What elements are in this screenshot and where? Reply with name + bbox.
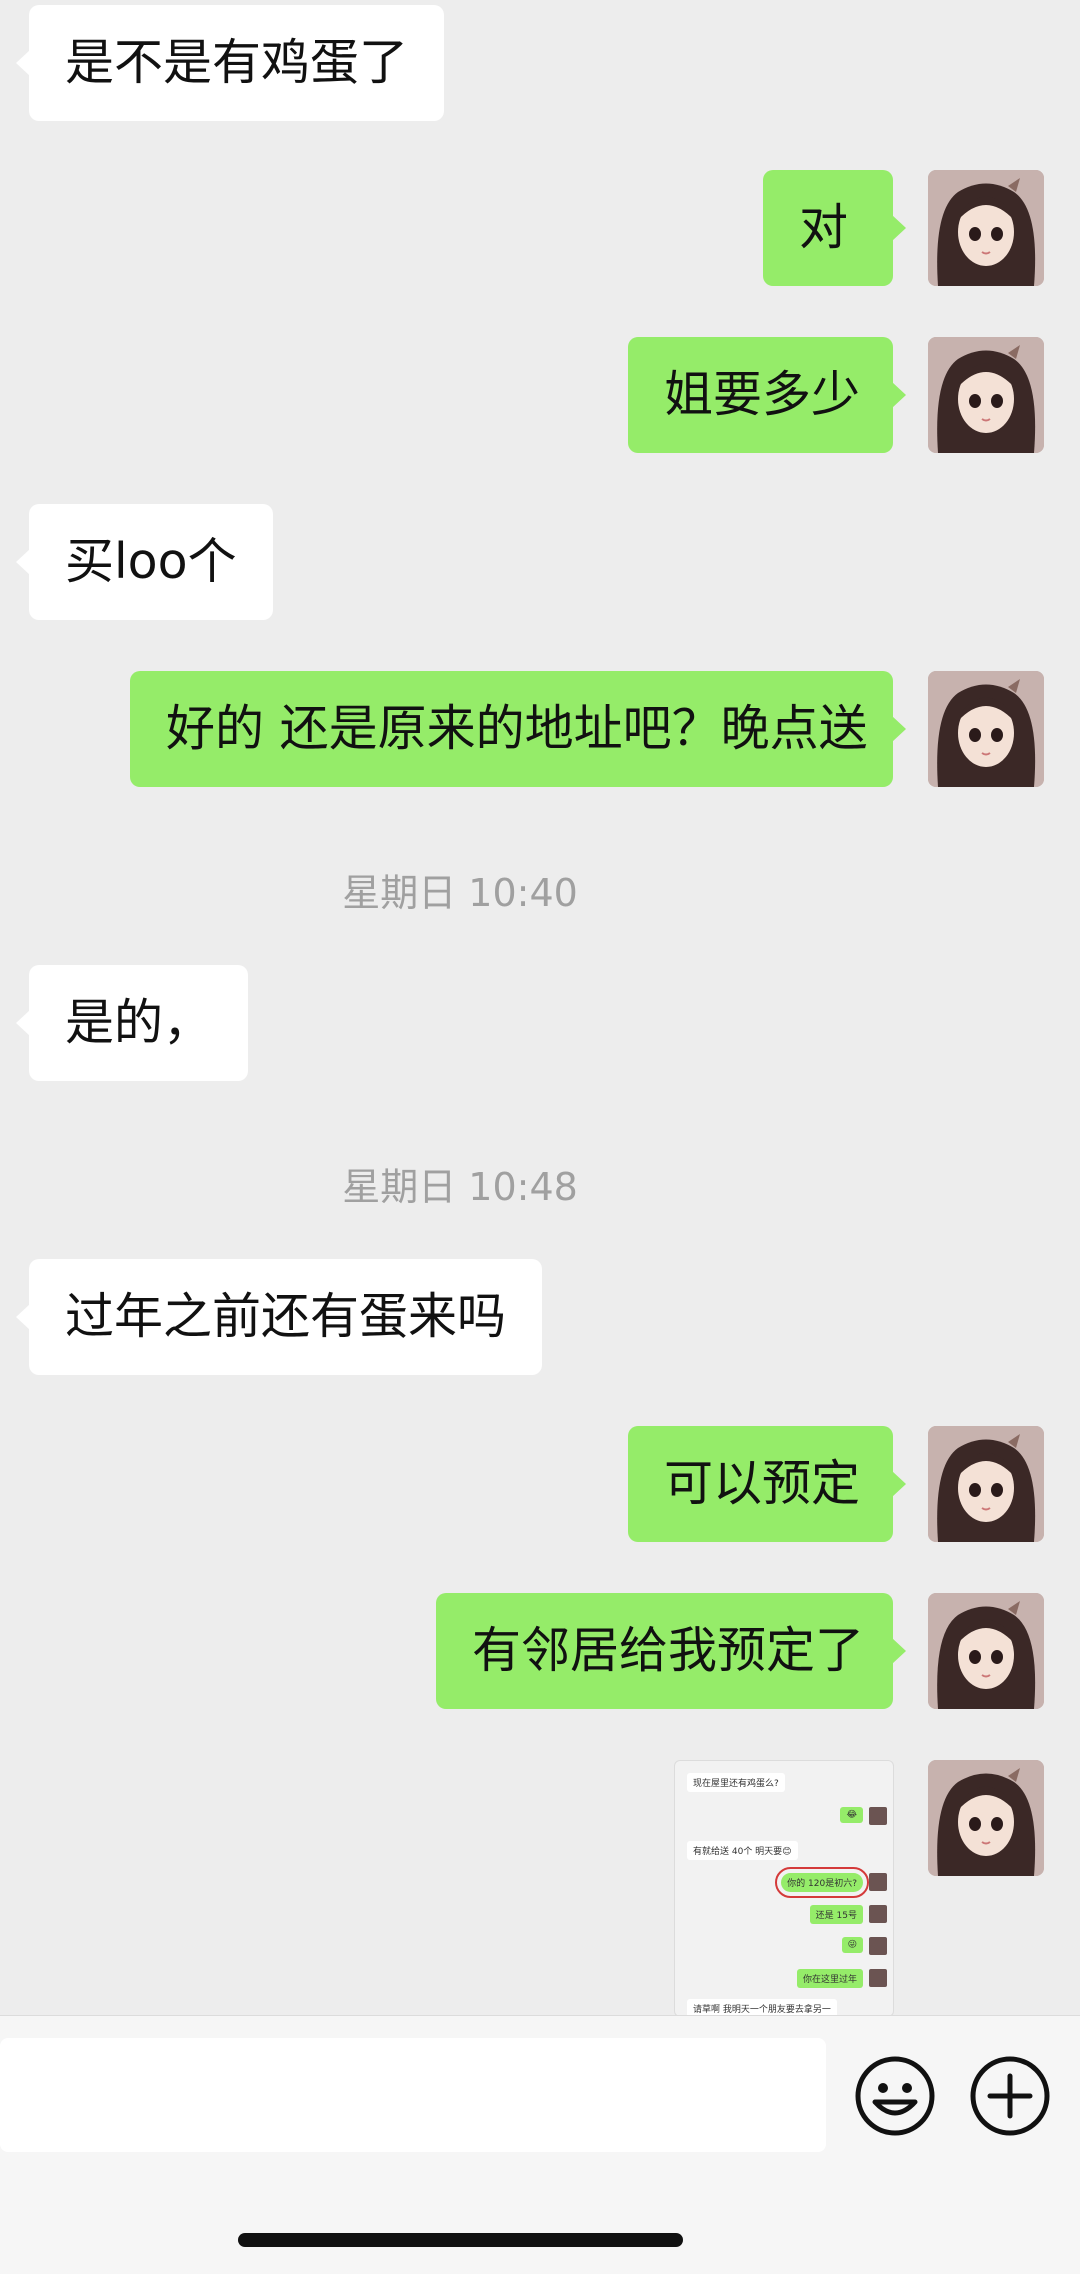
- avatar-girl-icon: [928, 1760, 1044, 1876]
- message-bubble-outgoing[interactable]: 对: [763, 170, 906, 286]
- smiley-icon[interactable]: [853, 2054, 937, 2138]
- screenshot-image-message[interactable]: 现在屋里还有鸡蛋么? 😂 有就给送 40个 明天要😊 你的 120是初六? 还是…: [674, 1760, 894, 2017]
- avatar-girl-icon: [928, 170, 1044, 286]
- thumb-line-highlighted: 你的 120是初六?: [775, 1867, 869, 1898]
- avatar[interactable]: [928, 1760, 1044, 1876]
- thumb-avatar: [869, 1937, 887, 1955]
- thumb-line: 你在这里过年: [796, 1969, 863, 1988]
- message-bubble-incoming[interactable]: 过年之前还有蛋来吗: [15, 1259, 543, 1375]
- avatar-girl-icon: [928, 1593, 1044, 1709]
- timestamp: 星期日 10:48: [342, 1165, 578, 1209]
- avatar-girl-icon: [928, 671, 1044, 787]
- timestamp: 星期日 10:40: [342, 871, 578, 915]
- avatar[interactable]: [928, 337, 1044, 453]
- thumb-avatar: [869, 1905, 887, 1923]
- avatar[interactable]: [928, 1426, 1044, 1542]
- message-bubble-outgoing[interactable]: 有邻居给我预定了: [436, 1593, 906, 1709]
- message-input[interactable]: [0, 2038, 826, 2152]
- thumb-avatar: [869, 1969, 887, 1987]
- message-bubble-outgoing[interactable]: 可以预定: [628, 1426, 906, 1542]
- thumb-line: 😜: [841, 1937, 863, 1953]
- thumb-line: 有就给送 40个 明天要😊: [687, 1841, 798, 1860]
- plus-circle-icon[interactable]: [968, 2054, 1052, 2138]
- thumb-line: 😂: [840, 1807, 863, 1823]
- thumb-line: 现在屋里还有鸡蛋么?: [687, 1773, 785, 1792]
- avatar-girl-icon: [928, 337, 1044, 453]
- home-indicator[interactable]: [238, 2233, 683, 2247]
- message-bubble-incoming[interactable]: 买loo个: [16, 504, 273, 620]
- message-bubble-incoming[interactable]: 是不是有鸡蛋了: [15, 5, 445, 121]
- thumb-avatar: [869, 1873, 887, 1891]
- thumb-avatar: [869, 1807, 887, 1825]
- message-bubble-outgoing[interactable]: 好的 还是原来的地址吧？晚点送: [130, 671, 906, 787]
- thumb-line: 还是 15号: [809, 1905, 863, 1924]
- avatar-girl-icon: [928, 1426, 1044, 1542]
- avatar[interactable]: [928, 671, 1044, 787]
- message-bubble-incoming[interactable]: 是的，: [15, 965, 249, 1081]
- message-bubble-outgoing[interactable]: 姐要多少: [628, 337, 906, 453]
- avatar[interactable]: [928, 170, 1044, 286]
- avatar[interactable]: [928, 1593, 1044, 1709]
